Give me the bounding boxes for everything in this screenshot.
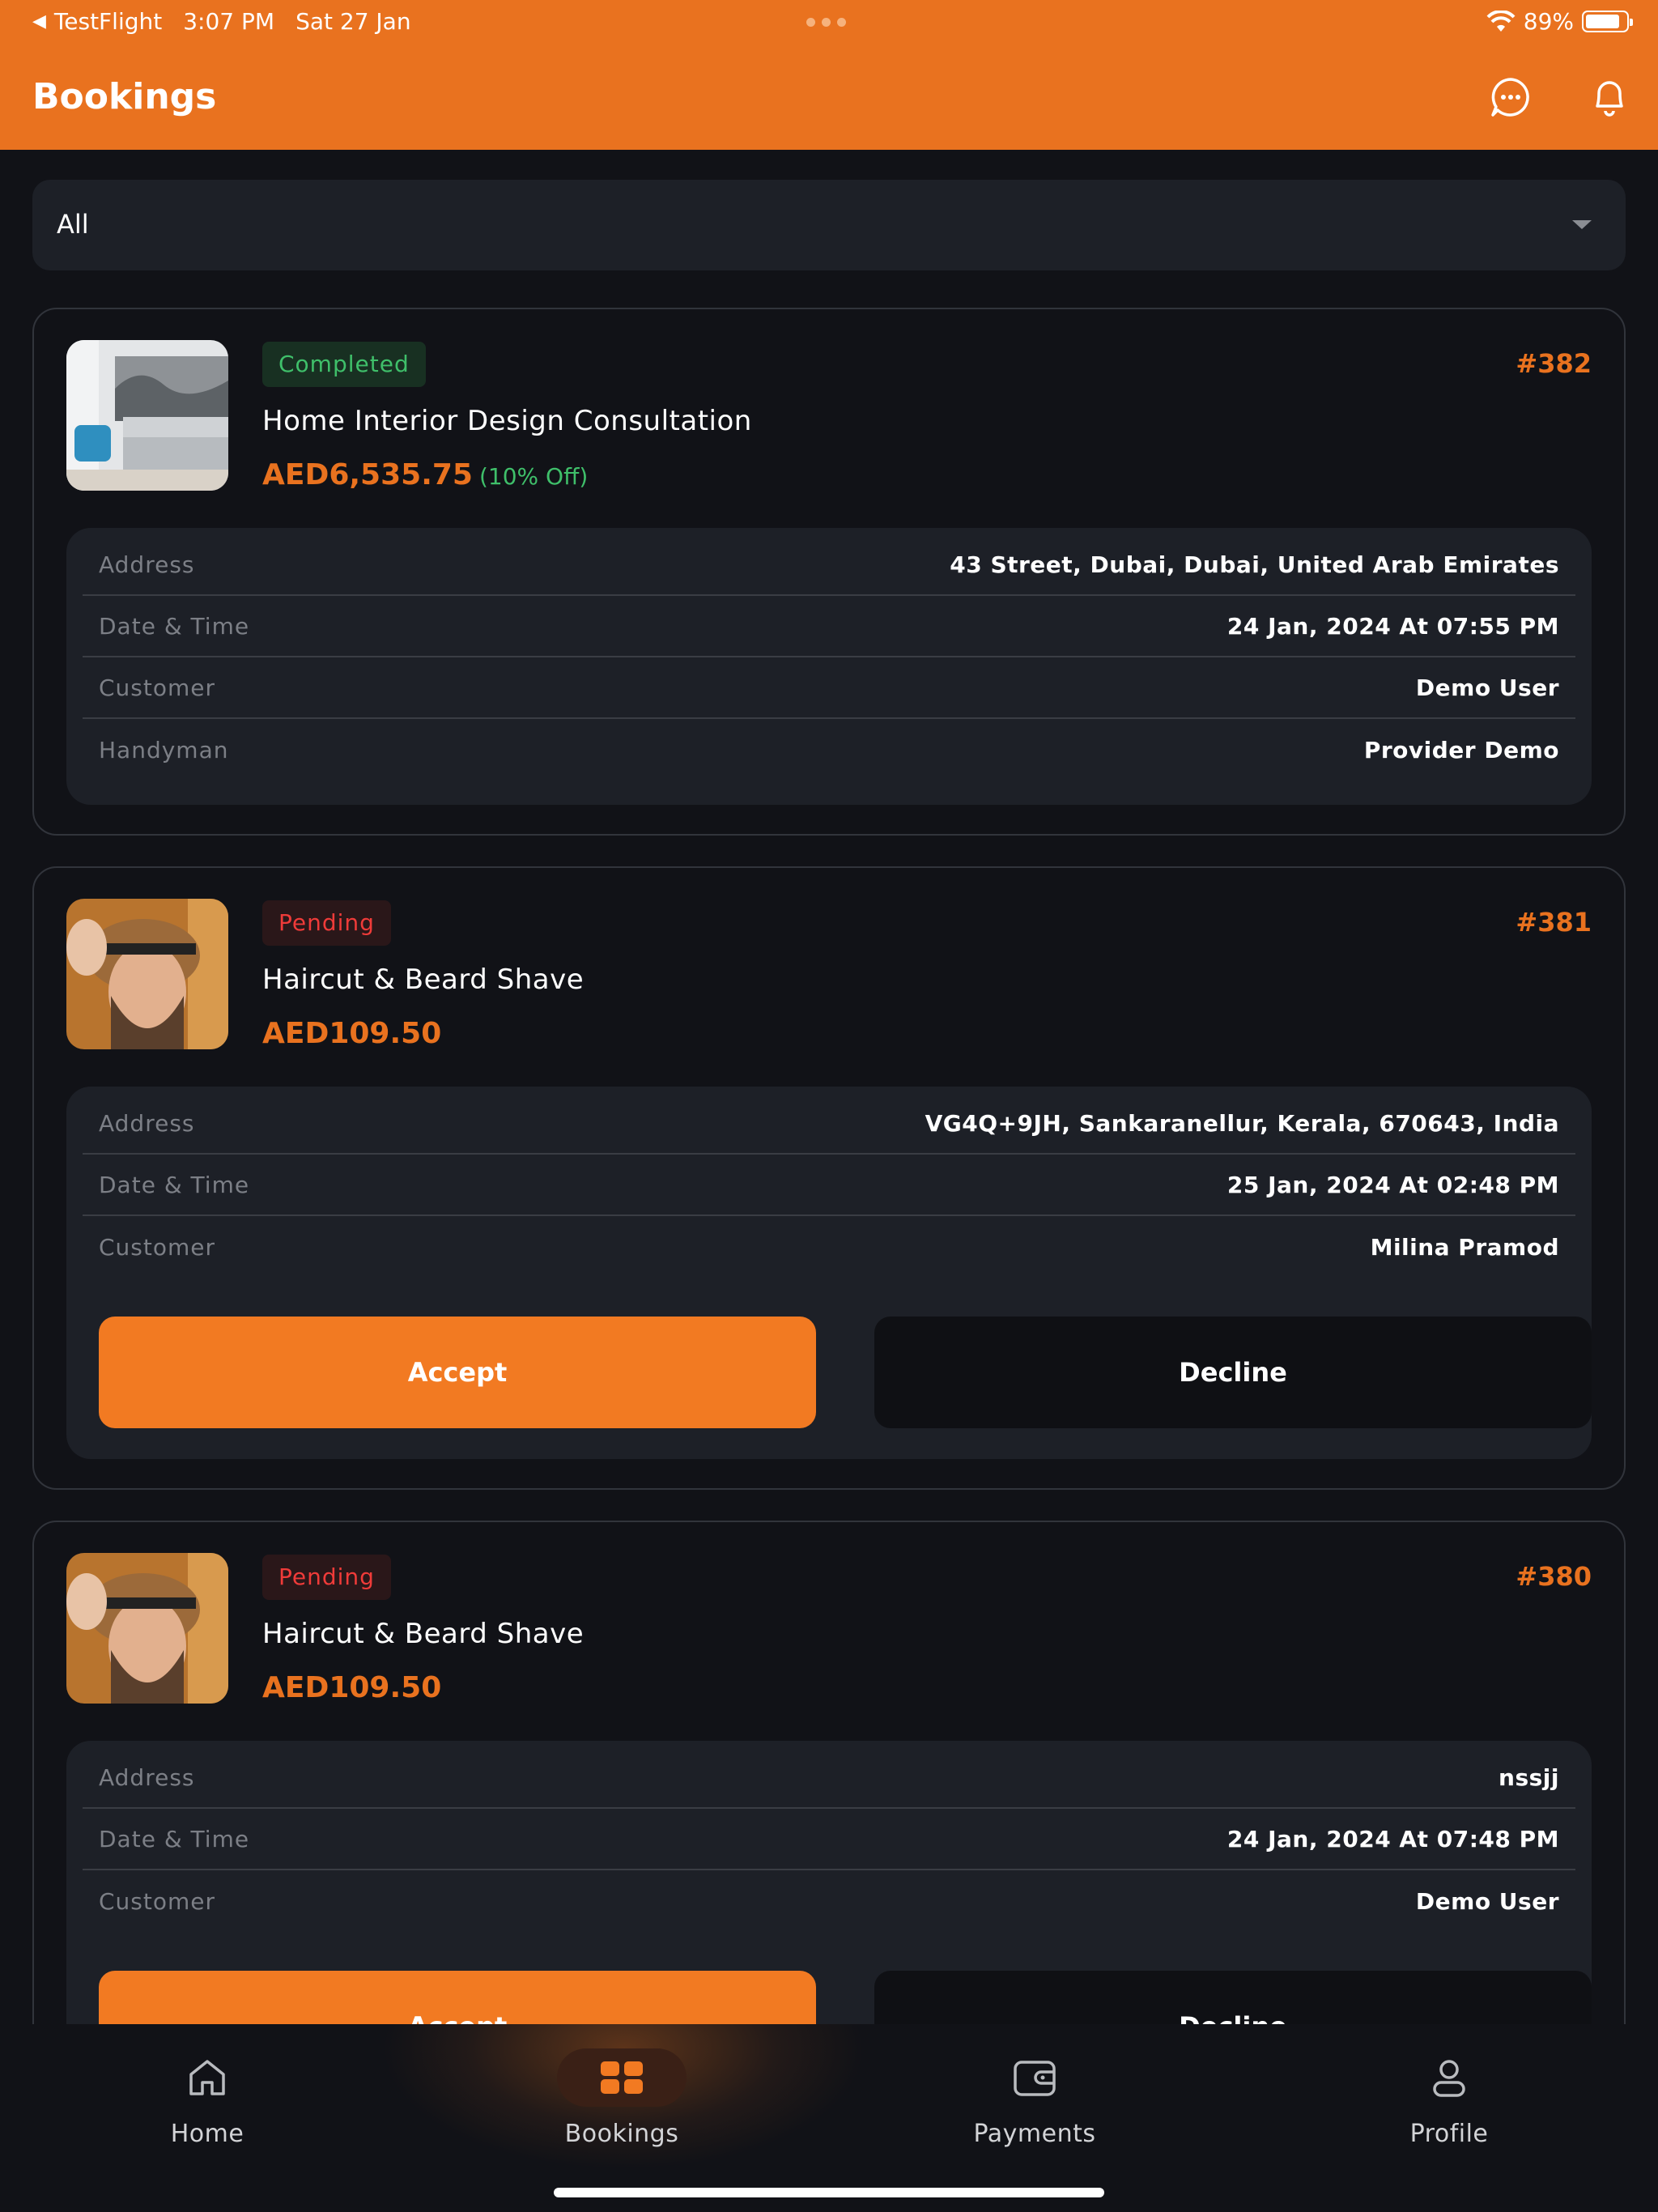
- detail-row-handyman: Handyman Provider Demo: [83, 719, 1575, 781]
- detail-label: Date & Time: [99, 1171, 250, 1198]
- booking-card[interactable]: Pending #381 Haircut & Beard Shave AED10…: [32, 866, 1626, 1490]
- bell-icon[interactable]: [1587, 74, 1632, 120]
- detail-value: VG4Q+9JH, Sankaranellur, Kerala, 670643,…: [925, 1109, 1559, 1137]
- booking-id: #381: [1516, 907, 1592, 938]
- app-header: ◀ TestFlight 3:07 PM Sat 27 Jan 89% Book…: [0, 0, 1658, 150]
- discount-label: (10% Off): [478, 463, 589, 490]
- nav-item-payments[interactable]: Payments: [913, 2048, 1156, 2170]
- detail-label: Customer: [99, 1233, 216, 1261]
- bottom-navigation: Home Bookings Payments Profile: [0, 2024, 1658, 2212]
- filter-selected-value: All: [57, 209, 89, 240]
- detail-label: Handyman: [99, 736, 229, 764]
- home-icon: [142, 2048, 272, 2107]
- detail-row-customer: Customer Milina Pramod: [83, 1216, 1575, 1278]
- service-price: AED6,535.75 (10% Off): [262, 458, 588, 491]
- service-title: Haircut & Beard Shave: [262, 1618, 585, 1650]
- service-title: Haircut & Beard Shave: [262, 963, 585, 996]
- booking-card[interactable]: Completed #382 Home Interior Design Cons…: [32, 308, 1626, 836]
- status-badge: Pending: [262, 1555, 391, 1600]
- status-filter-dropdown[interactable]: All: [32, 180, 1626, 270]
- detail-label: Address: [99, 551, 195, 578]
- detail-label: Customer: [99, 1887, 216, 1915]
- service-image-haircut: [66, 899, 228, 1049]
- nav-item-bookings[interactable]: Bookings: [500, 2048, 743, 2170]
- accept-button[interactable]: Accept: [99, 1317, 816, 1428]
- service-price: AED109.50: [262, 1671, 441, 1704]
- booking-details: Address 43 Street, Dubai, Dubai, United …: [66, 528, 1592, 805]
- detail-value: Milina Pramod: [1370, 1233, 1559, 1261]
- detail-value: nssjj: [1499, 1763, 1559, 1791]
- detail-label: Customer: [99, 674, 216, 701]
- detail-label: Address: [99, 1109, 195, 1137]
- user-icon: [1384, 2048, 1514, 2107]
- detail-row-customer: Customer Demo User: [83, 657, 1575, 719]
- nav-label: Profile: [1409, 2120, 1489, 2148]
- nav-item-profile[interactable]: Profile: [1328, 2048, 1571, 2170]
- detail-row-address: Address 43 Street, Dubai, Dubai, United …: [83, 534, 1575, 596]
- detail-value: Provider Demo: [1363, 736, 1559, 764]
- detail-value: 25 Jan, 2024 At 02:48 PM: [1226, 1171, 1559, 1198]
- page-title: Bookings: [32, 76, 217, 117]
- booking-id: #380: [1516, 1561, 1592, 1592]
- service-image-haircut: [66, 1553, 228, 1704]
- wifi-icon: [1486, 10, 1516, 32]
- battery-icon: [1582, 11, 1633, 32]
- home-indicator[interactable]: [554, 2188, 1104, 2197]
- detail-value: Demo User: [1415, 674, 1559, 701]
- multitasking-dots-icon[interactable]: [806, 18, 846, 27]
- service-price: AED109.50: [262, 1017, 441, 1050]
- status-time: 3:07 PM: [183, 8, 275, 35]
- detail-row-customer: Customer Demo User: [83, 1870, 1575, 1932]
- detail-row-address: Address nssjj: [83, 1747, 1575, 1809]
- detail-row-date-time: Date & Time 24 Jan, 2024 At 07:55 PM: [83, 596, 1575, 657]
- battery-percent: 89%: [1523, 8, 1574, 35]
- booking-details: Address VG4Q+9JH, Sankaranellur, Kerala,…: [66, 1087, 1592, 1459]
- service-title: Home Interior Design Consultation: [262, 405, 752, 437]
- detail-label: Date & Time: [99, 1825, 250, 1853]
- price-amount: AED6,535.75: [262, 458, 473, 491]
- nav-item-home[interactable]: Home: [86, 2048, 329, 2170]
- bookings-icon: [557, 2048, 687, 2107]
- status-back-app[interactable]: TestFlight: [54, 8, 162, 35]
- detail-value: 24 Jan, 2024 At 07:48 PM: [1226, 1825, 1559, 1853]
- wallet-icon: [970, 2048, 1099, 2107]
- service-image-bedroom: [66, 340, 228, 491]
- booking-id: #382: [1516, 348, 1592, 379]
- price-amount: AED109.50: [262, 1017, 442, 1050]
- detail-label: Date & Time: [99, 612, 250, 640]
- status-badge: Completed: [262, 342, 426, 387]
- detail-value: 43 Street, Dubai, Dubai, United Arab Emi…: [950, 551, 1559, 578]
- status-badge: Pending: [262, 900, 391, 946]
- status-date: Sat 27 Jan: [295, 8, 411, 35]
- back-arrow-icon[interactable]: ◀: [32, 11, 46, 32]
- nav-label: Payments: [973, 2120, 1096, 2148]
- chevron-down-icon: [1572, 220, 1592, 229]
- nav-label: Bookings: [564, 2120, 679, 2148]
- status-bar: ◀ TestFlight 3:07 PM Sat 27 Jan 89%: [0, 0, 1658, 45]
- detail-row-date-time: Date & Time 24 Jan, 2024 At 07:48 PM: [83, 1809, 1575, 1870]
- detail-row-address: Address VG4Q+9JH, Sankaranellur, Kerala,…: [83, 1093, 1575, 1155]
- detail-value: Demo User: [1415, 1887, 1559, 1915]
- detail-row-date-time: Date & Time 25 Jan, 2024 At 02:48 PM: [83, 1155, 1575, 1216]
- nav-label: Home: [170, 2120, 244, 2148]
- price-amount: AED109.50: [262, 1671, 442, 1704]
- decline-button[interactable]: Decline: [874, 1317, 1592, 1428]
- chat-bubble-icon[interactable]: [1488, 74, 1533, 120]
- detail-label: Address: [99, 1763, 195, 1791]
- detail-value: 24 Jan, 2024 At 07:55 PM: [1226, 612, 1559, 640]
